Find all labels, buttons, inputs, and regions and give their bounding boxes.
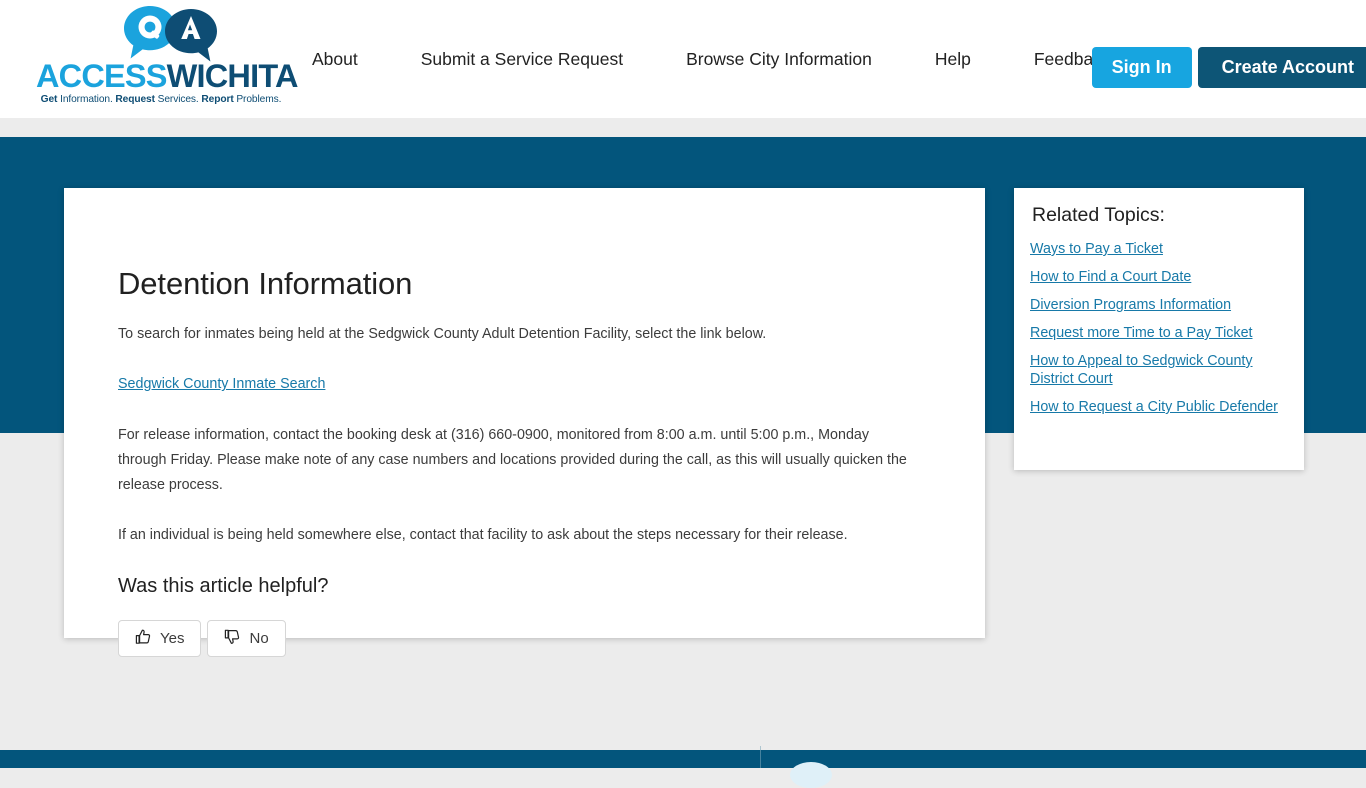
- thumbs-up-icon: [135, 629, 151, 648]
- related-topic-link[interactable]: Diversion Programs Information: [1030, 297, 1231, 313]
- vote-no-button[interactable]: No: [207, 620, 286, 658]
- logo-word-wichita: WICHITA: [166, 58, 299, 94]
- related-topics-list: Ways to Pay a Ticket How to Find a Court…: [1030, 240, 1288, 416]
- list-item: Ways to Pay a Ticket: [1030, 240, 1288, 258]
- tagline-services: Services.: [154, 94, 202, 105]
- footer-divider: [760, 746, 761, 768]
- site-footer: [0, 750, 1366, 768]
- tagline-request: Request: [115, 94, 155, 105]
- sign-in-button[interactable]: Sign In: [1091, 47, 1192, 88]
- list-item: How to Find a Court Date: [1030, 268, 1288, 286]
- nav-item-label: Browse City Information: [686, 48, 872, 69]
- nav-item-about[interactable]: About: [312, 49, 390, 70]
- nav-item-label: About: [312, 48, 358, 69]
- site-header: ACCESSWICHITA Get Information. Request S…: [0, 0, 1366, 118]
- site-logo[interactable]: ACCESSWICHITA Get Information. Request S…: [36, 6, 298, 110]
- auth-buttons: Sign In Create Account: [1091, 47, 1366, 88]
- nav-item-label: Help: [934, 48, 971, 69]
- logo-tagline: Get Information. Request Services. Repor…: [36, 94, 286, 105]
- related-topic-link[interactable]: How to Find a Court Date: [1030, 269, 1191, 285]
- nav-item-help[interactable]: Help: [935, 49, 1003, 70]
- article-paragraph-2: If an individual is being held somewhere…: [118, 527, 848, 544]
- list-item: Diversion Programs Information: [1030, 296, 1288, 314]
- logo-word-access: ACCESS: [36, 58, 167, 94]
- sedgwick-county-inmate-search-link[interactable]: Sedgwick County Inmate Search: [118, 376, 325, 392]
- helpful-question-heading: Was this article helpful?: [118, 575, 329, 598]
- nav-item-label: Submit a Service Request: [420, 48, 624, 69]
- nav-item-submit-a-service-request[interactable]: Submit a Service Request: [421, 49, 655, 70]
- footer-logo-icon: [790, 762, 832, 788]
- related-topics-card: Related Topics: Ways to Pay a Ticket How…: [1014, 188, 1304, 470]
- list-item: How to Request a City Public Defender: [1030, 398, 1288, 416]
- list-item: How to Appeal to Sedgwick County Distric…: [1030, 352, 1288, 388]
- nav-item-browse-city-information[interactable]: Browse City Information: [686, 49, 904, 70]
- article-lede: To search for inmates being held at the …: [118, 326, 767, 342]
- main-navigation: About Submit a Service Request Browse Ci…: [312, 0, 1141, 118]
- related-topic-link[interactable]: Ways to Pay a Ticket: [1030, 241, 1163, 257]
- thumbs-down-icon: [224, 629, 240, 648]
- inmate-search-link-wrapper: Sedgwick County Inmate Search: [118, 375, 933, 393]
- qa-speech-bubble-icon: [124, 6, 217, 62]
- vote-row: Yes No: [118, 620, 933, 658]
- tagline-get: Get: [40, 94, 58, 105]
- tagline-report: Report: [201, 94, 234, 105]
- vote-no-label: No: [249, 630, 269, 648]
- logo-wordmark: ACCESSWICHITA: [36, 58, 298, 94]
- tagline-information: Information.: [57, 94, 116, 105]
- article-paragraph-1: For release information, contact the boo…: [118, 427, 907, 494]
- related-topics-title: Related Topics:: [1032, 204, 1165, 226]
- page-title: Detention Information: [118, 266, 413, 301]
- vote-yes-button[interactable]: Yes: [118, 620, 202, 658]
- article-card: Detention Information To search for inma…: [64, 188, 985, 658]
- related-topic-link[interactable]: Request more Time to a Pay Ticket: [1030, 325, 1253, 341]
- list-item: Request more Time to a Pay Ticket: [1030, 324, 1288, 342]
- create-account-button[interactable]: Create Account: [1197, 47, 1366, 88]
- vote-yes-label: Yes: [160, 630, 185, 648]
- related-topic-link[interactable]: How to Request a City Public Defender: [1030, 399, 1278, 415]
- related-topic-link[interactable]: How to Appeal to Sedgwick County Distric…: [1030, 353, 1253, 387]
- tagline-problems: Problems.: [233, 94, 282, 105]
